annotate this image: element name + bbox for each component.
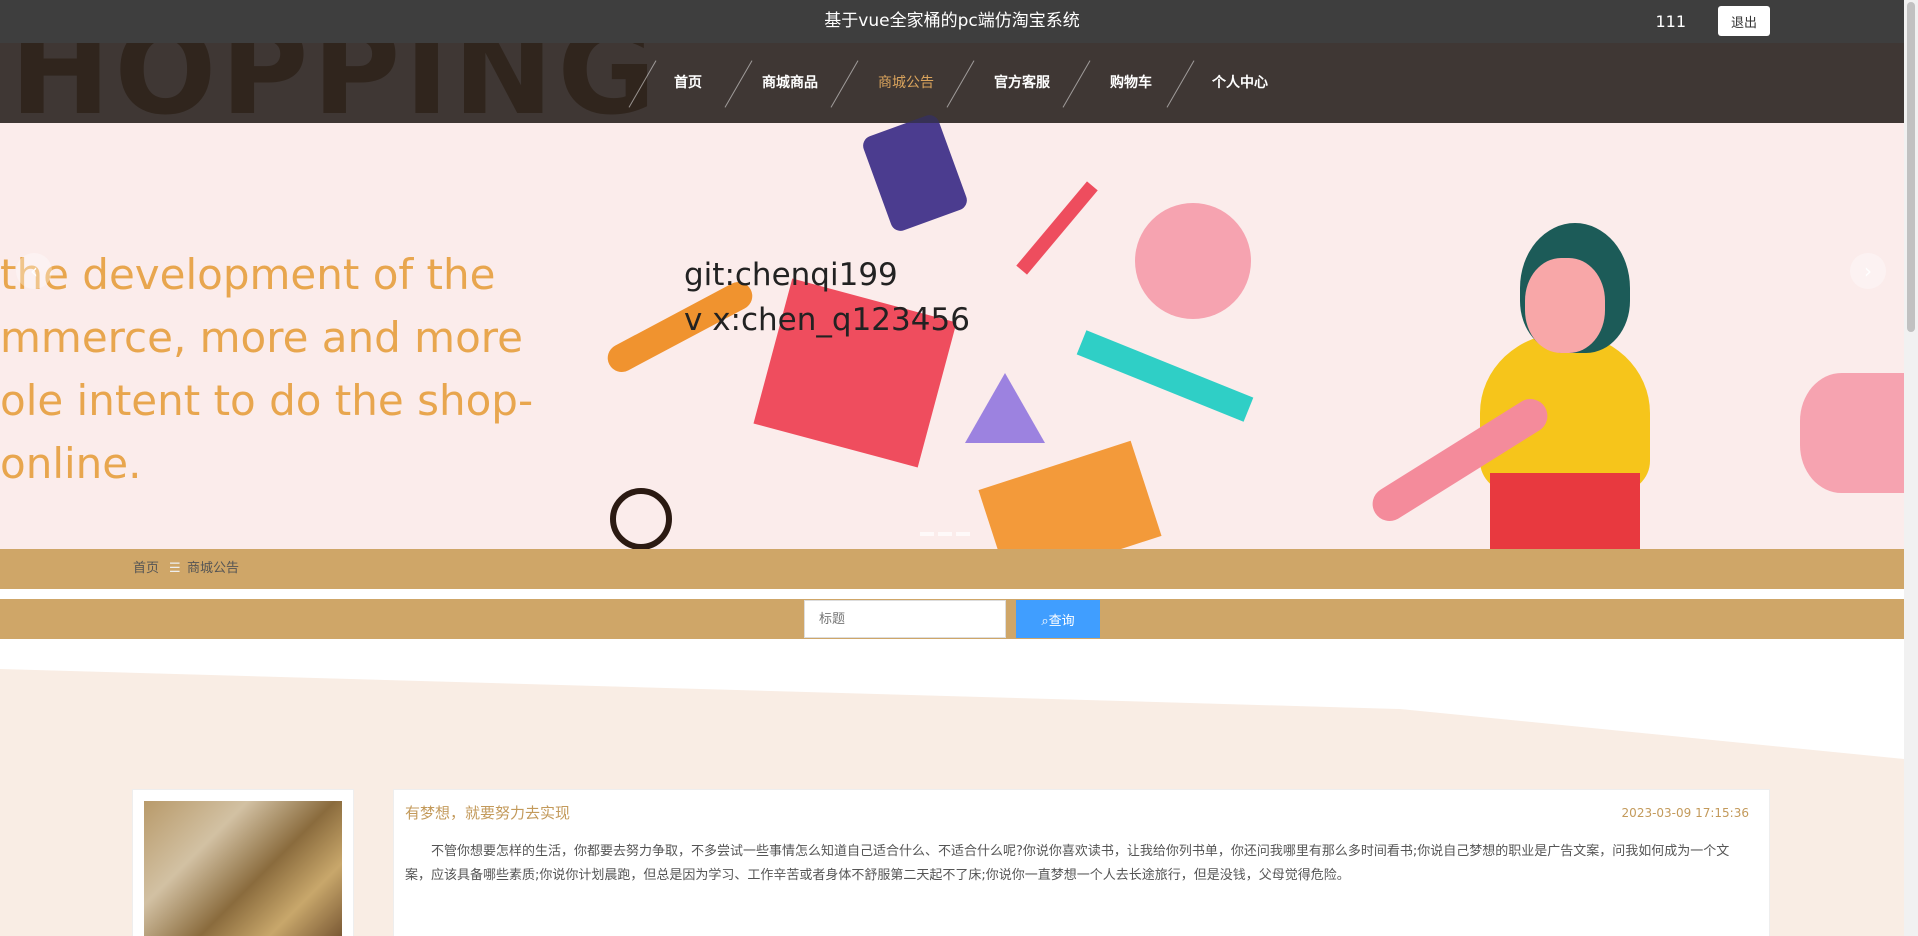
deco-bag xyxy=(978,440,1162,549)
deco-ring xyxy=(610,488,672,549)
deco-peach xyxy=(1135,203,1251,319)
top-bar: 基于vue全家桶的pc端仿淘宝系统 111 退出 xyxy=(0,0,1904,43)
carousel-indicators xyxy=(920,521,980,536)
nav-divider xyxy=(1166,60,1195,108)
search-icon: ⌕ xyxy=(1041,613,1049,629)
deco-girl-skirt xyxy=(1490,473,1640,549)
search-button-label: 查询 xyxy=(1048,613,1075,629)
notice-thumbnail[interactable] xyxy=(132,789,354,936)
nav-item-service[interactable]: 官方客服 xyxy=(994,43,1050,123)
carousel-prev-arrow-icon[interactable]: ‹ xyxy=(16,253,52,289)
search-button[interactable]: ⌕查询 xyxy=(1016,600,1100,638)
deco-hand-right xyxy=(1800,373,1904,493)
carousel-next-arrow-icon[interactable]: › xyxy=(1850,253,1886,289)
carousel-dot[interactable] xyxy=(920,532,934,536)
nav-divider xyxy=(1062,60,1091,108)
main-nav: 首页 商城商品 商城公告 官方客服 购物车 个人中心 xyxy=(0,43,1904,123)
overlay-line: git:chenqi199 xyxy=(684,257,898,293)
notice-date: 2023-03-09 17:15:36 xyxy=(1621,806,1749,820)
deco-purple-card xyxy=(860,112,970,234)
nav-item-notices[interactable]: 商城公告 xyxy=(878,43,934,123)
decorative-wave xyxy=(0,639,1904,759)
banner-carousel: HOPPING the development of the mmerce, m… xyxy=(0,43,1904,549)
notice-photo xyxy=(144,801,342,936)
scrollbar-thumb[interactable] xyxy=(1907,2,1915,332)
username-label: 111 xyxy=(1655,12,1686,31)
nav-divider xyxy=(724,60,753,108)
site-title: 基于vue全家桶的pc端仿淘宝系统 xyxy=(824,11,1080,31)
banner-line: the development of the xyxy=(0,250,496,299)
deco-girl-face xyxy=(1525,258,1605,353)
logout-button[interactable]: 退出 xyxy=(1718,6,1770,36)
nav-item-products[interactable]: 商城商品 xyxy=(762,43,818,123)
deco-star xyxy=(965,373,1045,443)
nav-divider xyxy=(628,60,657,108)
carousel-dot[interactable] xyxy=(938,532,952,536)
notice-list-area: 有梦想，就要努力去实现 2023-03-09 17:15:36 不管你想要怎样的… xyxy=(0,639,1904,936)
notice-card[interactable]: 有梦想，就要努力去实现 2023-03-09 17:15:36 不管你想要怎样的… xyxy=(393,789,1770,936)
nav-item-cart[interactable]: 购物车 xyxy=(1110,43,1152,123)
notice-content: 不管你想要怎样的生活，你都要去努力争取，不多尝试一些事情怎么知道自己适合什么、不… xyxy=(405,844,1730,883)
page-scrollbar[interactable] xyxy=(1904,0,1918,936)
breadcrumb-current: 商城公告 xyxy=(187,561,240,576)
banner-left-text: the development of the mmerce, more and … xyxy=(0,243,533,495)
notice-title[interactable]: 有梦想，就要努力去实现 xyxy=(405,802,570,823)
banner-line: ole intent to do the shop- xyxy=(0,376,534,425)
deco-teal-bar xyxy=(1076,330,1254,422)
nav-item-profile[interactable]: 个人中心 xyxy=(1212,43,1268,123)
nav-divider xyxy=(946,60,975,108)
carousel-dot[interactable] xyxy=(956,532,970,536)
title-search-input[interactable] xyxy=(804,600,1006,638)
breadcrumb-separator-icon: ☰ xyxy=(169,561,181,576)
breadcrumb: 首页 ☰ 商城公告 xyxy=(0,549,1904,589)
overlay-line: v x:chen_q123456 xyxy=(684,302,970,338)
search-bar: ⌕查询 xyxy=(0,599,1904,639)
breadcrumb-home[interactable]: 首页 xyxy=(133,549,159,589)
nav-item-home[interactable]: 首页 xyxy=(674,43,702,123)
banner-line: online. xyxy=(0,439,142,488)
banner-line: mmerce, more and more xyxy=(0,313,523,362)
nav-divider xyxy=(830,60,859,108)
deco-red-stick xyxy=(1016,181,1098,275)
banner-overlay-text: git:chenqi199 v x:chen_q123456 xyxy=(684,253,970,343)
